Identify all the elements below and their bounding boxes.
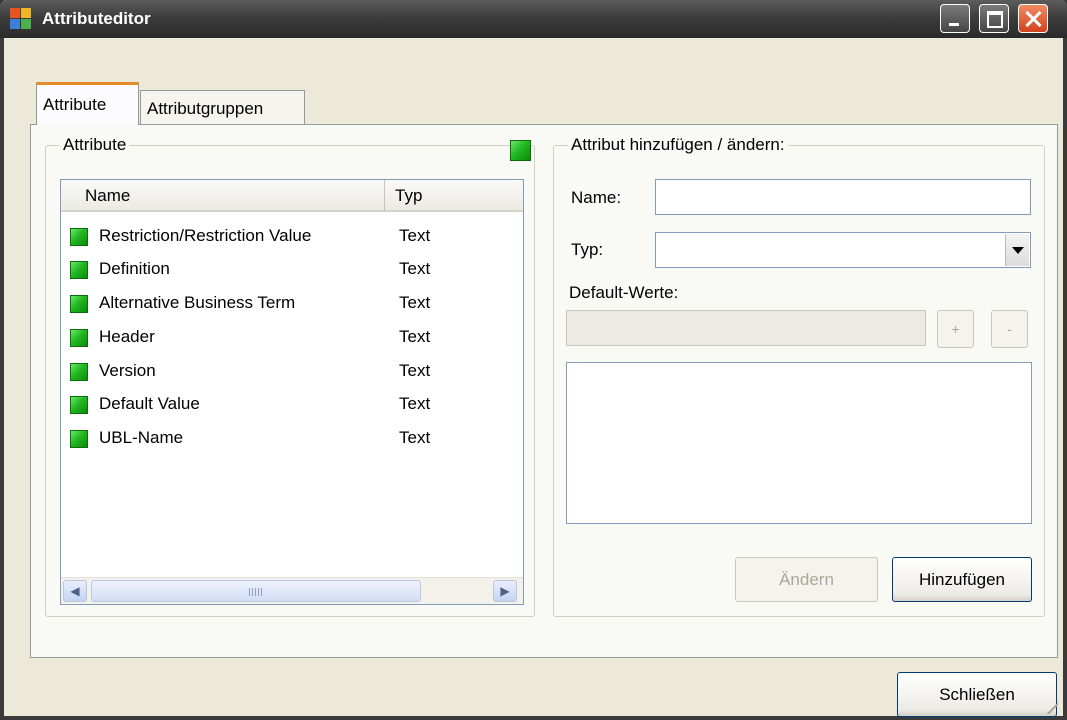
attribute-name: Alternative Business Term	[99, 293, 296, 312]
attribute-name: Header	[99, 327, 155, 346]
attribute-icon	[70, 430, 88, 448]
hinzufuegen-button[interactable]: Hinzufügen	[892, 557, 1032, 602]
attribute-status-icon	[510, 140, 531, 161]
edit-group-legend: Attribut hinzufügen / ändern:	[568, 135, 788, 155]
app-icon	[10, 8, 32, 30]
title-bar[interactable]: Attributeditor	[0, 0, 1067, 38]
attribute-name: Version	[99, 361, 156, 380]
attribute-icon	[70, 329, 88, 347]
name-field[interactable]	[655, 179, 1031, 215]
attribute-icon	[70, 261, 88, 279]
add-default-button[interactable]: +	[937, 310, 974, 348]
attribute-name: Default Value	[99, 394, 200, 413]
type-label: Typ:	[571, 240, 604, 259]
scroll-left-icon[interactable]: ◀	[63, 580, 87, 602]
name-label: Name:	[571, 188, 622, 207]
attribute-type: Text	[399, 226, 431, 245]
attribute-icon	[70, 228, 88, 246]
aendern-button[interactable]: Ändern	[735, 557, 878, 602]
close-icon[interactable]	[1018, 4, 1048, 33]
attribute-group-legend: Attribute	[60, 135, 130, 155]
attribute-type: Text	[399, 327, 431, 346]
attribute-type: Text	[399, 428, 431, 447]
type-select[interactable]	[655, 232, 1031, 268]
attribute-type: Text	[399, 394, 431, 413]
attribute-icon	[70, 363, 88, 381]
column-header-name[interactable]: Name	[61, 180, 385, 212]
column-header-typ[interactable]: Typ	[385, 180, 523, 212]
attribute-type: Text	[399, 361, 431, 380]
attribute-name: UBL-Name	[99, 428, 184, 447]
schliessen-button[interactable]: Schließen	[897, 672, 1057, 717]
tab-attributgruppen[interactable]: Attributgruppen	[140, 90, 305, 125]
attribute-icon	[70, 295, 88, 313]
attribute-name: Restriction/Restriction Value	[99, 226, 312, 245]
remove-default-button[interactable]: -	[991, 310, 1028, 348]
chevron-down-icon[interactable]	[1005, 234, 1029, 266]
scroll-right-icon[interactable]: ▶	[493, 580, 517, 602]
default-value-field[interactable]	[566, 310, 926, 346]
scroll-grip-icon	[249, 588, 263, 596]
horizontal-scrollbar[interactable]: ◀ ▶	[61, 577, 523, 604]
attribute-type: Text	[399, 259, 431, 278]
scrollbar-thumb[interactable]	[91, 580, 421, 602]
default-values-label: Default-Werte:	[569, 283, 679, 302]
tab-attribute[interactable]: Attribute	[36, 82, 139, 125]
window-title: Attributeditor	[42, 9, 151, 28]
attribute-icon	[70, 396, 88, 414]
attribute-listview[interactable]: Name Typ Restriction/Restriction Value T…	[60, 179, 524, 605]
attribute-name: Definition	[99, 259, 170, 278]
default-values-list[interactable]	[566, 362, 1032, 524]
maximize-icon[interactable]	[979, 4, 1009, 33]
minimize-icon[interactable]	[940, 4, 970, 33]
attribute-type: Text	[399, 293, 431, 312]
